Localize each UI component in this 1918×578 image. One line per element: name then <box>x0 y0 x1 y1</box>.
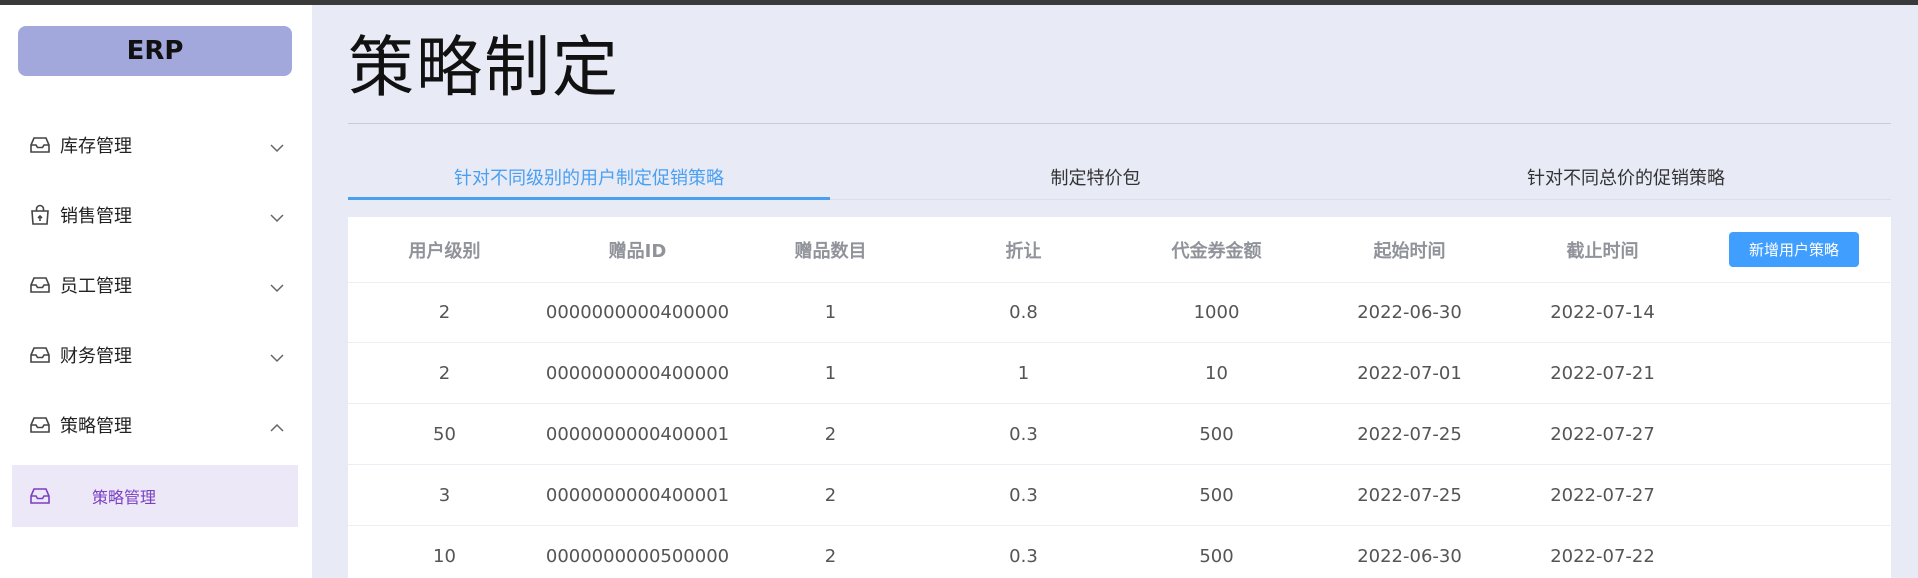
inbox-icon <box>28 344 52 366</box>
inbox-icon <box>28 485 52 507</box>
sidebar-item-label: 销售管理 <box>60 206 132 227</box>
sidebar-subitem-label: 策略管理 <box>92 488 157 507</box>
cell-end-date: 2022-07-22 <box>1550 545 1655 567</box>
sidebar: ERP 库存管理 销售管理 员工管理 财务管理 策略管理 策略管理 <box>0 5 312 578</box>
sidebar-item-label: 库存管理 <box>60 136 132 157</box>
cell-voucher-amount: 500 <box>1199 484 1234 506</box>
tab-special-package[interactable]: 制定特价包 <box>830 155 1361 198</box>
chevron-down-icon <box>270 208 284 223</box>
sidebar-item-label: 员工管理 <box>60 276 132 297</box>
cell-end-date: 2022-07-21 <box>1550 362 1655 384</box>
cell-gift-id: 0000000000400001 <box>545 423 730 445</box>
sidebar-item-sales[interactable]: 销售管理 <box>0 180 312 250</box>
cell-gift-id: 0000000000400000 <box>545 362 730 384</box>
cell-voucher-amount: 1000 <box>1193 301 1240 323</box>
sidebar-item-label: 财务管理 <box>60 346 132 367</box>
cell-discount: 1 <box>1017 362 1030 384</box>
cell-gift-count: 2 <box>824 423 837 445</box>
sidebar-item-finance[interactable]: 财务管理 <box>0 320 312 390</box>
table-row[interactable]: 10 0000000000500000 2 0.3 500 2022-06-30… <box>348 526 1891 578</box>
table-row[interactable]: 3 0000000000400001 2 0.3 500 2022-07-25 … <box>348 465 1891 526</box>
table-header-row: 用户级别 赠品ID 赠品数目 折让 代金券金额 起始时间 截止时间 新增用户策略 <box>348 217 1891 283</box>
cell-end-date: 2022-07-14 <box>1550 301 1655 323</box>
cell-end-date: 2022-07-27 <box>1550 484 1655 506</box>
cell-voucher-amount: 500 <box>1199 545 1234 567</box>
sidebar-item-label: 策略管理 <box>60 416 132 437</box>
cell-gift-id: 0000000000400001 <box>545 484 730 506</box>
column-header: 代金券金额 <box>1171 240 1262 262</box>
sidebar-item-employees[interactable]: 员工管理 <box>0 250 312 320</box>
column-header: 赠品ID <box>608 240 667 262</box>
cell-voucher-amount: 10 <box>1205 362 1228 384</box>
title-divider <box>348 123 1891 124</box>
column-header: 折让 <box>1005 240 1042 262</box>
cell-user-level: 2 <box>438 301 451 323</box>
column-header: 起始时间 <box>1373 240 1446 262</box>
cell-start-date: 2022-07-01 <box>1357 362 1462 384</box>
app-logo[interactable]: ERP <box>18 26 292 76</box>
cell-discount: 0.3 <box>1009 423 1038 445</box>
add-user-strategy-button[interactable]: 新增用户策略 <box>1729 232 1859 267</box>
cell-start-date: 2022-06-30 <box>1357 301 1462 323</box>
cell-discount: 0.8 <box>1009 301 1038 323</box>
chevron-down-icon <box>270 348 284 363</box>
sidebar-item-inventory[interactable]: 库存管理 <box>0 110 312 180</box>
column-header: 截止时间 <box>1566 240 1639 262</box>
cell-gift-id: 0000000000400000 <box>545 301 730 323</box>
chevron-down-icon <box>270 278 284 293</box>
cell-start-date: 2022-06-30 <box>1357 545 1462 567</box>
sidebar-subitem-strategy[interactable]: 策略管理 <box>12 465 298 527</box>
column-header: 赠品数目 <box>794 240 867 262</box>
cell-voucher-amount: 500 <box>1199 423 1234 445</box>
cell-user-level: 50 <box>433 423 456 445</box>
cell-end-date: 2022-07-27 <box>1550 423 1655 445</box>
column-header: 用户级别 <box>408 240 481 262</box>
cell-gift-id: 0000000000500000 <box>545 545 730 567</box>
chevron-up-icon <box>270 418 284 432</box>
cell-gift-count: 2 <box>824 484 837 506</box>
page-title: 策略制定 <box>348 29 620 106</box>
cell-gift-count: 1 <box>824 301 837 323</box>
strategy-table: 用户级别 赠品ID 赠品数目 折让 代金券金额 起始时间 截止时间 新增用户策略… <box>348 217 1891 578</box>
tab-user-level-promotion[interactable]: 针对不同级别的用户制定促销策略 <box>348 155 830 198</box>
tab-total-price-promotion[interactable]: 针对不同总价的促销策略 <box>1361 155 1891 198</box>
inbox-icon <box>28 414 52 436</box>
shopping-bag-icon <box>28 204 52 226</box>
cell-discount: 0.3 <box>1009 484 1038 506</box>
cell-user-level: 10 <box>433 545 456 567</box>
chevron-down-icon <box>270 138 284 153</box>
sidebar-item-strategy[interactable]: 策略管理 <box>0 390 312 460</box>
table-row[interactable]: 50 0000000000400001 2 0.3 500 2022-07-25… <box>348 404 1891 465</box>
table-row[interactable]: 2 0000000000400000 1 0.8 1000 2022-06-30… <box>348 282 1891 343</box>
cell-start-date: 2022-07-25 <box>1357 423 1462 445</box>
cell-gift-count: 2 <box>824 545 837 567</box>
cell-user-level: 2 <box>438 362 451 384</box>
cell-start-date: 2022-07-25 <box>1357 484 1462 506</box>
tab-bar: 针对不同级别的用户制定促销策略 制定特价包 针对不同总价的促销策略 <box>348 155 1891 200</box>
inbox-icon <box>28 134 52 156</box>
cell-discount: 0.3 <box>1009 545 1038 567</box>
inbox-icon <box>28 274 52 296</box>
cell-gift-count: 1 <box>824 362 837 384</box>
main-content: 策略制定 针对不同级别的用户制定促销策略 制定特价包 针对不同总价的促销策略 用… <box>312 5 1918 578</box>
cell-user-level: 3 <box>438 484 451 506</box>
table-row[interactable]: 2 0000000000400000 1 1 10 2022-07-01 202… <box>348 343 1891 404</box>
active-tab-indicator <box>348 197 830 200</box>
